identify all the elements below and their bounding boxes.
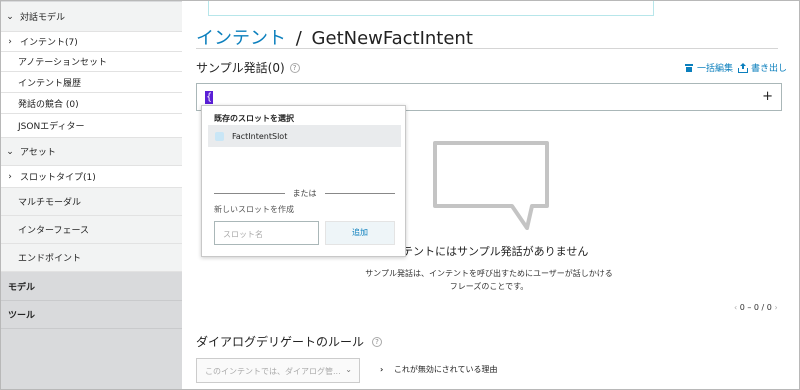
chevron-down-icon: ⌄ <box>6 11 14 22</box>
sidebar-item-label: JSONエディター <box>18 122 85 132</box>
sidebar-item-assets[interactable]: ⌄ アセット <box>0 138 182 166</box>
sidebar-item-json-editor[interactable]: JSONエディター <box>0 114 182 138</box>
dialog-delegation-label: ダイアログデリゲートのルール <box>196 335 365 349</box>
slot-color-swatch <box>215 131 224 141</box>
utterances-section-label: サンプル発話(0) ? <box>196 59 300 76</box>
sidebar-item-slot-types[interactable]: › スロットタイプ(1) <box>0 166 182 188</box>
sidebar-item-label: インテント履歴 <box>18 78 82 89</box>
next-page-icon[interactable]: › <box>774 303 777 312</box>
export-button[interactable]: 書き出し <box>738 61 787 74</box>
slot-option-label: FactIntentSlot <box>232 131 288 141</box>
empty-state-title: インテントにはサンプル発話がありません <box>380 245 589 258</box>
slot-option[interactable]: FactIntentSlot <box>208 125 401 147</box>
utterance-input-value: { <box>205 91 213 104</box>
empty-state-description: サンプル発話は、インテントを呼び出すためにユーザーが話しかけるフレーズのことです… <box>365 269 613 291</box>
dialog-delegation-select-value: このインテントでは、ダイアログ管... <box>205 367 341 376</box>
sidebar-item-endpoint[interactable]: エンドポイント <box>0 244 182 272</box>
sidebar-item-multimodal[interactable]: マルチモーダル <box>0 188 182 216</box>
utterances-label: サンプル発話(0) <box>196 61 285 75</box>
dialog-delegation-select[interactable]: このインテントでは、ダイアログ管... ⌄ <box>196 358 360 383</box>
intent-name: GetNewFactIntent <box>311 28 473 49</box>
export-icon <box>738 62 748 73</box>
sidebar-item-label: モデル <box>8 282 36 293</box>
sidebar-item-utterance-conflicts[interactable]: 発話の競合 (0) <box>0 93 182 114</box>
pagination-text: 0 – 0 / 0 <box>739 303 772 312</box>
chevron-down-icon: ⌄ <box>345 365 352 374</box>
help-icon[interactable]: ? <box>289 62 300 73</box>
new-slot-label: 新しいスロットを作成 <box>214 205 294 214</box>
sidebar-item-label: エンドポイント <box>18 254 82 264</box>
sidebar-item-annotation-sets[interactable]: アノテーションセット <box>0 52 182 72</box>
sidebar-item-models[interactable]: モデル <box>0 272 182 301</box>
export-label: 書き出し <box>751 64 788 74</box>
disabled-reason-link[interactable]: › これが無効にされている理由 <box>380 364 497 375</box>
help-icon[interactable]: ? <box>372 336 383 347</box>
sidebar-item-label: マルチモーダル <box>18 198 82 208</box>
dialog-delegation-section: ダイアログデリゲートのルール ? <box>196 333 383 350</box>
sidebar-item-interaction-model[interactable]: ⌄ 対話モデル <box>0 2 182 32</box>
top-banner-box <box>208 0 654 16</box>
sidebar-item-intent-history[interactable]: インテント履歴 <box>0 72 182 93</box>
sidebar-item-label: スロットタイプ(1) <box>20 173 96 183</box>
sidebar-item-label: アノテーションセット <box>18 58 108 68</box>
sidebar-item-label: 対話モデル <box>20 13 66 23</box>
or-divider: または <box>214 188 395 199</box>
sidebar-item-label: 発話の競合 (0) <box>18 99 79 110</box>
sidebar-item-intents[interactable]: › インテント(7) <box>0 32 182 52</box>
sidebar-item-interfaces[interactable]: インターフェース <box>0 216 182 244</box>
chevron-right-icon: › <box>8 36 12 47</box>
chevron-right-icon: › <box>380 365 384 374</box>
slot-selection-popup: 既存のスロットを選択 FactIntentSlot または 新しいスロットを作成… <box>201 105 406 257</box>
prev-page-icon[interactable]: ‹ <box>734 303 737 312</box>
breadcrumb-intents-link[interactable]: インテント <box>196 28 286 49</box>
sidebar: ⌄ 対話モデル › インテント(7) アノテーションセット インテント履歴 発話… <box>0 0 182 390</box>
speech-bubble-icon <box>433 141 549 230</box>
breadcrumb-separator: / <box>295 28 302 49</box>
slot-name-placeholder: スロット名 <box>223 230 263 239</box>
add-slot-button[interactable]: 追加 <box>325 221 395 245</box>
add-utterance-plus-icon[interactable]: + <box>762 89 773 104</box>
page-title: インテント / GetNewFactIntent <box>196 24 473 50</box>
bulk-edit-icon <box>685 63 693 72</box>
title-divider <box>196 48 778 49</box>
bulk-edit-button[interactable]: 一括編集 <box>684 61 733 74</box>
popup-heading: 既存のスロットを選択 <box>214 114 294 123</box>
disabled-reason-label: これが無効にされている理由 <box>393 365 498 374</box>
sidebar-item-tools[interactable]: ツール <box>0 301 182 329</box>
sidebar-item-label: インテント(7) <box>20 38 78 48</box>
bulk-edit-label: 一括編集 <box>697 64 734 74</box>
or-text: または <box>292 189 317 198</box>
slot-name-input[interactable]: スロット名 <box>214 221 319 245</box>
chevron-down-icon: ⌄ <box>6 146 14 157</box>
sidebar-item-label: インターフェース <box>18 226 90 236</box>
chevron-right-icon: › <box>8 171 12 182</box>
sidebar-item-label: アセット <box>20 148 56 158</box>
pagination: ‹ 0 – 0 / 0 › <box>734 303 778 312</box>
sidebar-item-label: ツール <box>8 311 36 321</box>
